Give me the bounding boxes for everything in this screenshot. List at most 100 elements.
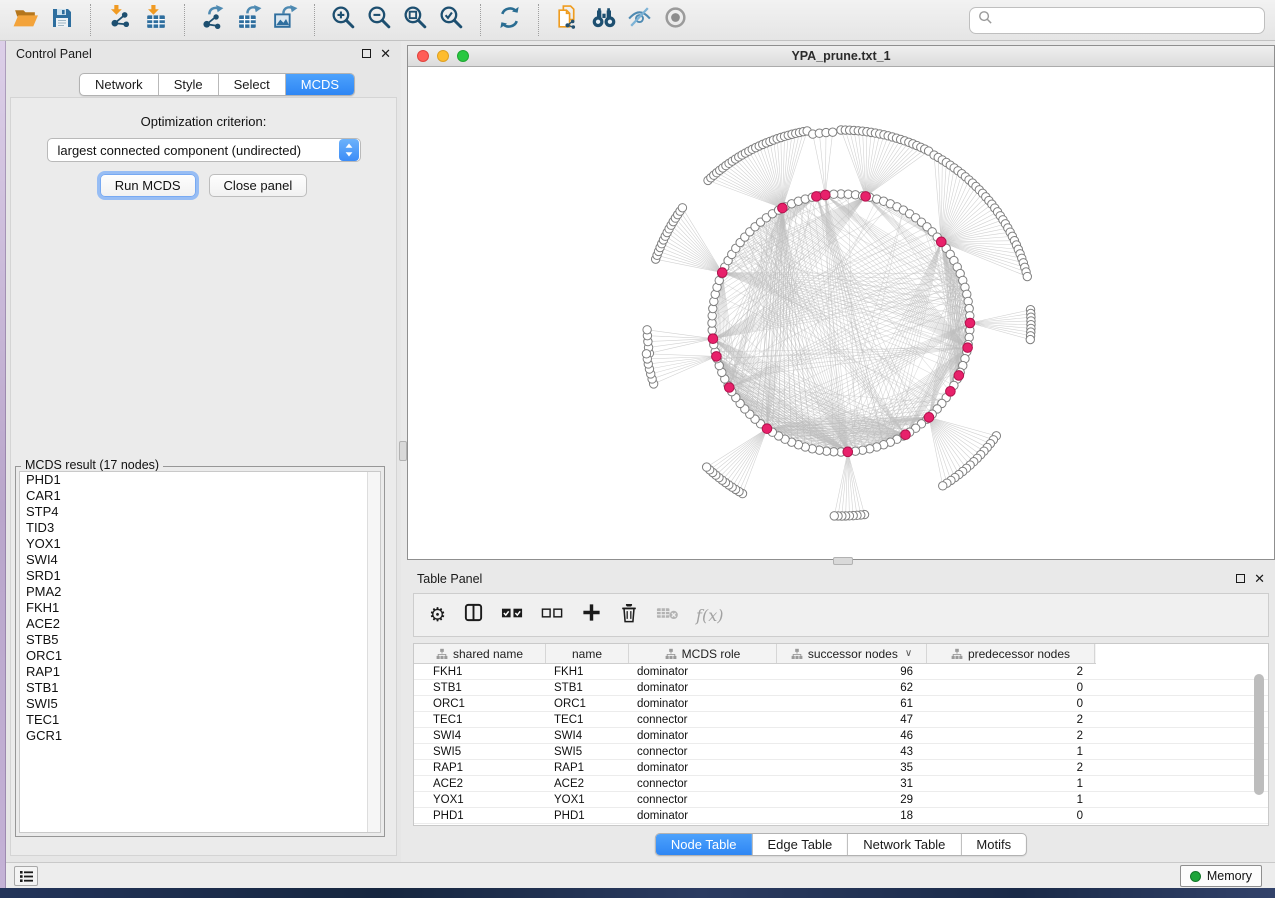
mcds-node[interactable] xyxy=(861,192,871,202)
list-item[interactable]: TID3 xyxy=(20,520,380,536)
network-node[interactable] xyxy=(678,204,686,212)
column-header-predecessor-nodes[interactable]: predecessor nodes xyxy=(927,644,1095,663)
mcds-node[interactable] xyxy=(717,268,727,278)
float-panel-icon[interactable] xyxy=(1236,574,1245,583)
show-columns-icon[interactable] xyxy=(463,602,484,628)
network-from-document-button[interactable] xyxy=(552,5,583,36)
table-row[interactable]: FKH1FKH1dominator962 xyxy=(414,664,1268,680)
tab-mcds[interactable]: MCDS xyxy=(286,74,354,95)
column-header-name[interactable]: name xyxy=(546,644,629,663)
show-graphics-details-button[interactable] xyxy=(660,5,691,36)
mcds-node[interactable] xyxy=(843,447,853,457)
list-item[interactable]: STB5 xyxy=(20,632,380,648)
search-input[interactable] xyxy=(999,13,1256,28)
close-window-icon[interactable] xyxy=(417,50,429,62)
close-panel-icon[interactable]: ✕ xyxy=(380,47,391,60)
export-image-button[interactable] xyxy=(270,5,301,36)
table-scrollbar-thumb[interactable] xyxy=(1254,674,1264,795)
column-header-mcds-role[interactable]: MCDS role xyxy=(629,644,777,663)
network-search-box[interactable] xyxy=(969,7,1265,34)
column-header-shared-name[interactable]: shared name xyxy=(414,644,546,663)
table-row[interactable]: YOX1YOX1connector291 xyxy=(414,792,1268,808)
import-table-button[interactable] xyxy=(140,5,171,36)
network-node[interactable] xyxy=(642,350,650,358)
table-settings-icon[interactable]: ⚙ xyxy=(429,606,446,625)
table-row[interactable]: ACE2ACE2connector311 xyxy=(414,776,1268,792)
network-node[interactable] xyxy=(702,463,710,471)
delete-column-icon[interactable] xyxy=(619,602,639,629)
list-item[interactable]: PHD1 xyxy=(20,472,380,488)
tab-select[interactable]: Select xyxy=(219,74,286,95)
hide-graphics-details-button[interactable] xyxy=(624,5,655,36)
mcds-node[interactable] xyxy=(965,318,975,328)
search-network-button[interactable] xyxy=(588,5,619,36)
mcds-node[interactable] xyxy=(762,424,772,434)
network-canvas-svg[interactable] xyxy=(408,67,1274,559)
optimization-criterion-select[interactable]: largest connected component (undirected) xyxy=(47,138,361,162)
table-row[interactable]: STB1STB1dominator620 xyxy=(414,680,1268,696)
network-node[interactable] xyxy=(830,512,838,520)
list-item[interactable]: STB1 xyxy=(20,680,380,696)
mcds-node[interactable] xyxy=(924,413,934,423)
list-item[interactable]: FKH1 xyxy=(20,600,380,616)
tab-edge-table[interactable]: Edge Table xyxy=(752,834,848,855)
tab-motifs[interactable]: Motifs xyxy=(961,834,1026,855)
mcds-node[interactable] xyxy=(812,192,822,202)
list-item[interactable]: RAP1 xyxy=(20,664,380,680)
tab-network[interactable]: Network xyxy=(80,74,159,95)
mcds-node[interactable] xyxy=(946,387,956,397)
zoom-out-button[interactable] xyxy=(364,5,395,36)
network-node[interactable] xyxy=(1026,335,1034,343)
network-node[interactable] xyxy=(643,326,651,334)
select-all-icon[interactable] xyxy=(501,605,524,626)
zoom-fit-button[interactable] xyxy=(400,5,431,36)
list-item[interactable]: CAR1 xyxy=(20,488,380,504)
table-row[interactable]: ORC1ORC1dominator610 xyxy=(414,696,1268,712)
mcds-node[interactable] xyxy=(901,430,911,440)
vertical-splitter-handle[interactable] xyxy=(399,441,407,461)
network-canvas[interactable] xyxy=(408,67,1274,559)
import-network-button[interactable] xyxy=(104,5,135,36)
close-panel-button[interactable]: Close panel xyxy=(209,174,308,197)
refresh-layout-button[interactable] xyxy=(494,5,525,36)
mcds-node[interactable] xyxy=(712,352,722,362)
list-item[interactable]: ORC1 xyxy=(20,648,380,664)
export-network-button[interactable] xyxy=(198,5,229,36)
table-row[interactable]: RAP1RAP1dominator352 xyxy=(414,760,1268,776)
tab-network-table[interactable]: Network Table xyxy=(848,834,961,855)
table-row[interactable]: SWI5SWI5connector431 xyxy=(414,744,1268,760)
node-table[interactable]: shared name name MCDS role successor nod… xyxy=(413,643,1269,826)
list-item[interactable]: SRD1 xyxy=(20,568,380,584)
horizontal-splitter-handle[interactable] xyxy=(833,557,853,565)
table-row[interactable]: PHD1PHD1dominator180 xyxy=(414,808,1268,824)
run-mcds-button[interactable]: Run MCDS xyxy=(100,174,196,197)
tab-node-table[interactable]: Node Table xyxy=(656,834,753,855)
show-task-history-button[interactable] xyxy=(14,866,38,886)
maximize-window-icon[interactable] xyxy=(457,50,469,62)
network-node[interactable] xyxy=(830,190,838,198)
mcds-node[interactable] xyxy=(963,343,973,353)
deselect-all-icon[interactable] xyxy=(541,605,564,626)
list-item[interactable]: GCR1 xyxy=(20,728,380,744)
column-header-successor-nodes[interactable]: successor nodes ∨ xyxy=(777,644,927,663)
mcds-node[interactable] xyxy=(724,383,734,393)
mcds-node[interactable] xyxy=(820,190,830,200)
network-node[interactable] xyxy=(939,482,947,490)
minimize-window-icon[interactable] xyxy=(437,50,449,62)
network-node[interactable] xyxy=(828,128,836,136)
list-item[interactable]: PMA2 xyxy=(20,584,380,600)
list-item[interactable]: SWI4 xyxy=(20,552,380,568)
close-panel-icon[interactable]: ✕ xyxy=(1254,572,1265,585)
mcds-node[interactable] xyxy=(954,371,964,381)
open-session-button[interactable] xyxy=(10,5,41,36)
mcds-result-list[interactable]: PHD1CAR1STP4TID3YOX1SWI4SRD1PMA2FKH1ACE2… xyxy=(19,471,381,833)
list-item[interactable]: YOX1 xyxy=(20,536,380,552)
table-row[interactable]: TEC1TEC1connector472 xyxy=(414,712,1268,728)
list-item[interactable]: ACE2 xyxy=(20,616,380,632)
mcds-list-scrollbar[interactable] xyxy=(367,472,380,832)
zoom-in-button[interactable] xyxy=(328,5,359,36)
list-item[interactable]: STP4 xyxy=(20,504,380,520)
tab-style[interactable]: Style xyxy=(159,74,219,95)
zoom-selected-button[interactable] xyxy=(436,5,467,36)
mcds-node[interactable] xyxy=(708,334,718,344)
